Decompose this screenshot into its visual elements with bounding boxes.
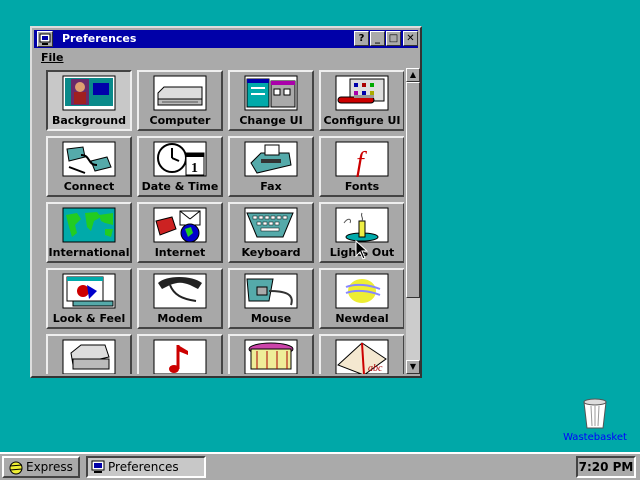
tile-printer[interactable]: [46, 334, 132, 374]
svg-text:abc: abc: [368, 363, 383, 374]
express-menu-button[interactable]: Express: [2, 456, 80, 478]
internet-icon: [153, 207, 207, 243]
title-bar[interactable]: Preferences ? _ □ ✕: [34, 30, 418, 48]
world-map-icon: [62, 207, 116, 243]
system-menu-icon: [39, 33, 51, 45]
tile-label: Background: [51, 114, 127, 127]
tile-fonts[interactable]: f Fonts: [319, 136, 404, 197]
clock[interactable]: 7:20 PM: [576, 456, 636, 478]
taskbar-item-label: Preferences: [108, 460, 179, 474]
wastebasket[interactable]: Wastebasket: [560, 394, 630, 444]
preferences-grid: Background Computer Change UI Configure …: [46, 70, 404, 374]
close-button[interactable]: ✕: [403, 31, 418, 46]
tile-screensaver[interactable]: [228, 334, 314, 374]
tile-label: Computer: [149, 114, 211, 127]
wastebasket-label: Wastebasket: [563, 432, 627, 443]
tile-date-time[interactable]: 1 Date & Time: [137, 136, 223, 197]
svg-text:1: 1: [191, 161, 198, 176]
tile-internet[interactable]: Internet: [137, 202, 223, 263]
tile-label: Fonts: [344, 180, 380, 193]
carousel-icon: [244, 339, 298, 374]
tile-label: International: [48, 246, 130, 259]
tile-look-feel[interactable]: Look & Feel: [46, 268, 132, 329]
vertical-scrollbar[interactable]: ▲ ▼: [406, 68, 420, 374]
tile-label: Internet: [154, 246, 206, 259]
tile-label: Date & Time: [141, 180, 219, 193]
tile-computer[interactable]: Computer: [137, 70, 223, 131]
tile-label: Modem: [157, 312, 203, 325]
scroll-up-button[interactable]: ▲: [406, 68, 420, 82]
music-note-icon: [153, 339, 207, 374]
configure-ui-icon: [335, 75, 389, 111]
tile-label: Mouse: [250, 312, 292, 325]
help-button[interactable]: ?: [354, 31, 369, 46]
maximize-button[interactable]: □: [386, 31, 401, 46]
menu-bar: File: [34, 49, 418, 65]
tile-label: Change UI: [239, 114, 303, 127]
tile-label: Connect: [63, 180, 115, 193]
tile-modem[interactable]: Modem: [137, 268, 223, 329]
tile-mouse[interactable]: Mouse: [228, 268, 314, 329]
computer-icon: [153, 75, 207, 111]
tile-change-ui[interactable]: Change UI: [228, 70, 314, 131]
system-menu-button[interactable]: [37, 31, 53, 47]
tile-label: Configure UI: [323, 114, 401, 127]
scroll-thumb[interactable]: [406, 82, 420, 298]
menu-file[interactable]: File: [41, 51, 64, 64]
tile-sound[interactable]: [137, 334, 223, 374]
printer-icon: [62, 339, 116, 374]
scroll-down-button[interactable]: ▼: [406, 360, 420, 374]
tile-label: Fax: [260, 180, 282, 193]
express-label: Express: [26, 460, 73, 474]
mouse-icon: [244, 273, 298, 309]
tile-newdeal[interactable]: Newdeal: [319, 268, 404, 329]
taskbar: Express Preferences 7:20 PM: [0, 452, 640, 480]
look-feel-icon: [62, 273, 116, 309]
preferences-window: Preferences ? _ □ ✕ File Background Comp…: [30, 26, 422, 378]
wastebasket-icon: [583, 398, 607, 429]
taskbar-item-preferences[interactable]: Preferences: [86, 456, 206, 478]
tile-label: Look & Feel: [52, 312, 126, 325]
tile-keyboard[interactable]: Keyboard: [228, 202, 314, 263]
fax-icon: [244, 141, 298, 177]
tile-dictionary[interactable]: abc: [319, 334, 404, 374]
tile-fax[interactable]: Fax: [228, 136, 314, 197]
tile-international[interactable]: International: [46, 202, 132, 263]
book-abc-icon: abc: [335, 339, 389, 374]
newdeal-icon: [335, 273, 389, 309]
phone-icon: [153, 273, 207, 309]
keyboard-icon: [244, 207, 298, 243]
tile-configure-ui[interactable]: Configure UI: [319, 70, 404, 131]
tile-background[interactable]: Background: [46, 70, 132, 131]
minimize-button[interactable]: _: [370, 31, 385, 46]
background-icon: [62, 75, 116, 111]
tile-connect[interactable]: Connect: [46, 136, 132, 197]
window-title: Preferences: [62, 32, 137, 45]
tile-label: Keyboard: [241, 246, 301, 259]
connect-icon: [62, 141, 116, 177]
mouse-pointer-icon: [355, 240, 369, 260]
fonts-icon: f: [335, 141, 389, 178]
change-ui-icon: [244, 75, 298, 111]
express-icon: [9, 461, 23, 475]
tile-label: Newdeal: [335, 312, 389, 325]
date-time-icon: 1: [153, 141, 207, 177]
preferences-app-icon: [91, 460, 105, 473]
